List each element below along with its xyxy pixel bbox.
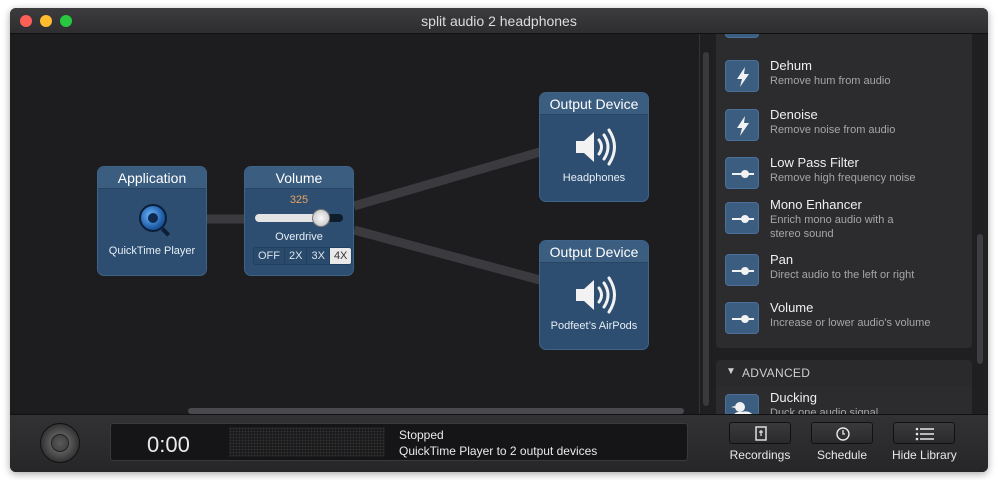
- duck-icon: [725, 394, 759, 414]
- level-meter: [229, 427, 385, 457]
- list-icon: [915, 427, 934, 441]
- routing-canvas[interactable]: Application QuickTime Player Volume 325 …: [10, 34, 699, 414]
- app-window: split audio 2 headphones Application Qui…: [10, 8, 988, 472]
- library-item-description: Direct audio to the left or right: [770, 269, 915, 281]
- library-item-name: Denoise: [770, 107, 818, 122]
- library-item-ducking[interactable]: Ducking Duck one audio signal: [716, 386, 972, 414]
- elapsed-time: 0:00: [147, 432, 190, 457]
- slider-icon: [725, 302, 759, 334]
- library-item-description: Remove high frequency noise: [770, 172, 916, 184]
- output-device-headphones-node[interactable]: Output Device Headphones: [539, 92, 649, 202]
- library-item-denoise[interactable]: Denoise Remove noise from audio: [716, 101, 972, 147]
- speaker-icon: [576, 128, 616, 166]
- library-item-name: Pan: [770, 252, 794, 267]
- application-node-header: Application: [98, 167, 206, 189]
- status-display: 0:00 Stopped QuickTime Player to 2 outpu…: [110, 423, 688, 461]
- library-vertical-scrollbar[interactable]: [977, 234, 983, 364]
- overdrive-option-3x[interactable]: 3X: [307, 248, 330, 264]
- volume-node[interactable]: Volume 325 Overdrive OFF 2X 3X 4X: [244, 166, 354, 276]
- schedule-label: Schedule: [816, 448, 868, 462]
- advanced-effects-list: Ducking Duck one audio signal: [716, 386, 972, 414]
- application-node-caption: QuickTime Player: [108, 245, 196, 257]
- overdrive-option-2x[interactable]: 2X: [285, 248, 308, 264]
- effects-library-panel: Dehum Remove hum from audio Denoise Remo…: [700, 34, 988, 414]
- lightning-icon: [725, 60, 759, 92]
- slider-icon: [725, 254, 759, 286]
- library-item-name: Volume: [770, 300, 814, 315]
- lightning-icon: [725, 109, 759, 141]
- library-item-mono-enhancer[interactable]: Mono Enhancer Enrich mono audio with a s…: [716, 192, 972, 242]
- status-text: Stopped: [399, 428, 444, 442]
- advanced-section-label: ADVANCED: [742, 366, 811, 380]
- wire-volume-to-headphones: [352, 147, 542, 211]
- output-device-headphones-caption: Headphones: [562, 172, 626, 184]
- overdrive-segmented-control: OFF 2X 3X 4X: [253, 247, 353, 265]
- library-item-pan[interactable]: Pan Direct audio to the left or right: [716, 246, 972, 292]
- clock-icon: [836, 427, 850, 441]
- library-item-volume[interactable]: Volume Increase or lower audio's volume: [716, 294, 972, 340]
- recordings-button[interactable]: Recordings: [728, 422, 792, 462]
- library-item-description: Remove noise from audio: [770, 124, 896, 136]
- footer-toolbar: 0:00 Stopped QuickTime Player to 2 outpu…: [10, 414, 988, 472]
- slider-icon: [725, 202, 759, 234]
- chevron-down-icon: ▼: [726, 366, 736, 377]
- output-device-headphones-header: Output Device: [540, 93, 648, 115]
- output-device-airpods-header: Output Device: [540, 241, 648, 263]
- volume-value: 325: [289, 194, 309, 206]
- title-bar: split audio 2 headphones: [10, 8, 988, 34]
- library-item-name: Ducking: [770, 390, 817, 405]
- library-item-description: Increase or lower audio's volume: [770, 317, 931, 329]
- application-node[interactable]: Application QuickTime Player: [97, 166, 207, 276]
- hide-library-button[interactable]: Hide Library: [892, 422, 957, 462]
- partial-list-icon: [725, 34, 759, 38]
- overdrive-option-4x[interactable]: 4X: [329, 248, 352, 264]
- wire-volume-to-airpods: [352, 225, 542, 285]
- advanced-section-header[interactable]: ▼ ADVANCED: [716, 360, 972, 386]
- slider-icon: [725, 157, 759, 189]
- recordings-label: Recordings: [729, 448, 791, 462]
- library-item-description: Remove hum from audio: [770, 75, 891, 87]
- library-item-description: Enrich mono audio with a stereo sound: [770, 214, 894, 240]
- output-device-airpods-node[interactable]: Output Device Podfeet’s AirPods: [539, 240, 649, 350]
- record-icon: [51, 434, 69, 452]
- library-item-name: Mono Enhancer: [770, 197, 862, 212]
- library-item-dehum[interactable]: Dehum Remove hum from audio: [716, 52, 972, 98]
- speaker-icon: [576, 276, 616, 314]
- hide-library-label: Hide Library: [892, 448, 957, 462]
- effects-list: Dehum Remove hum from audio Denoise Remo…: [716, 34, 972, 348]
- status-detail: QuickTime Player to 2 output devices: [399, 444, 598, 458]
- library-item-description: Duck one audio signal: [770, 407, 879, 414]
- overdrive-option-off[interactable]: OFF: [254, 248, 285, 264]
- canvas-vertical-scrollbar[interactable]: [703, 52, 709, 406]
- library-item-name: Dehum: [770, 58, 812, 73]
- library-item-name: Low Pass Filter: [770, 155, 859, 170]
- volume-node-header: Volume: [245, 167, 353, 189]
- record-button[interactable]: [40, 423, 80, 463]
- recordings-icon: [755, 426, 767, 441]
- window-title: split audio 2 headphones: [421, 13, 577, 29]
- overdrive-label: Overdrive: [275, 231, 323, 243]
- schedule-button[interactable]: Schedule: [810, 422, 874, 462]
- output-device-airpods-caption: Podfeet’s AirPods: [550, 320, 638, 332]
- quicktime-icon: [139, 204, 167, 232]
- library-item-low-pass-filter[interactable]: Low Pass Filter Remove high frequency no…: [716, 149, 972, 195]
- volume-slider-knob[interactable]: [312, 209, 330, 227]
